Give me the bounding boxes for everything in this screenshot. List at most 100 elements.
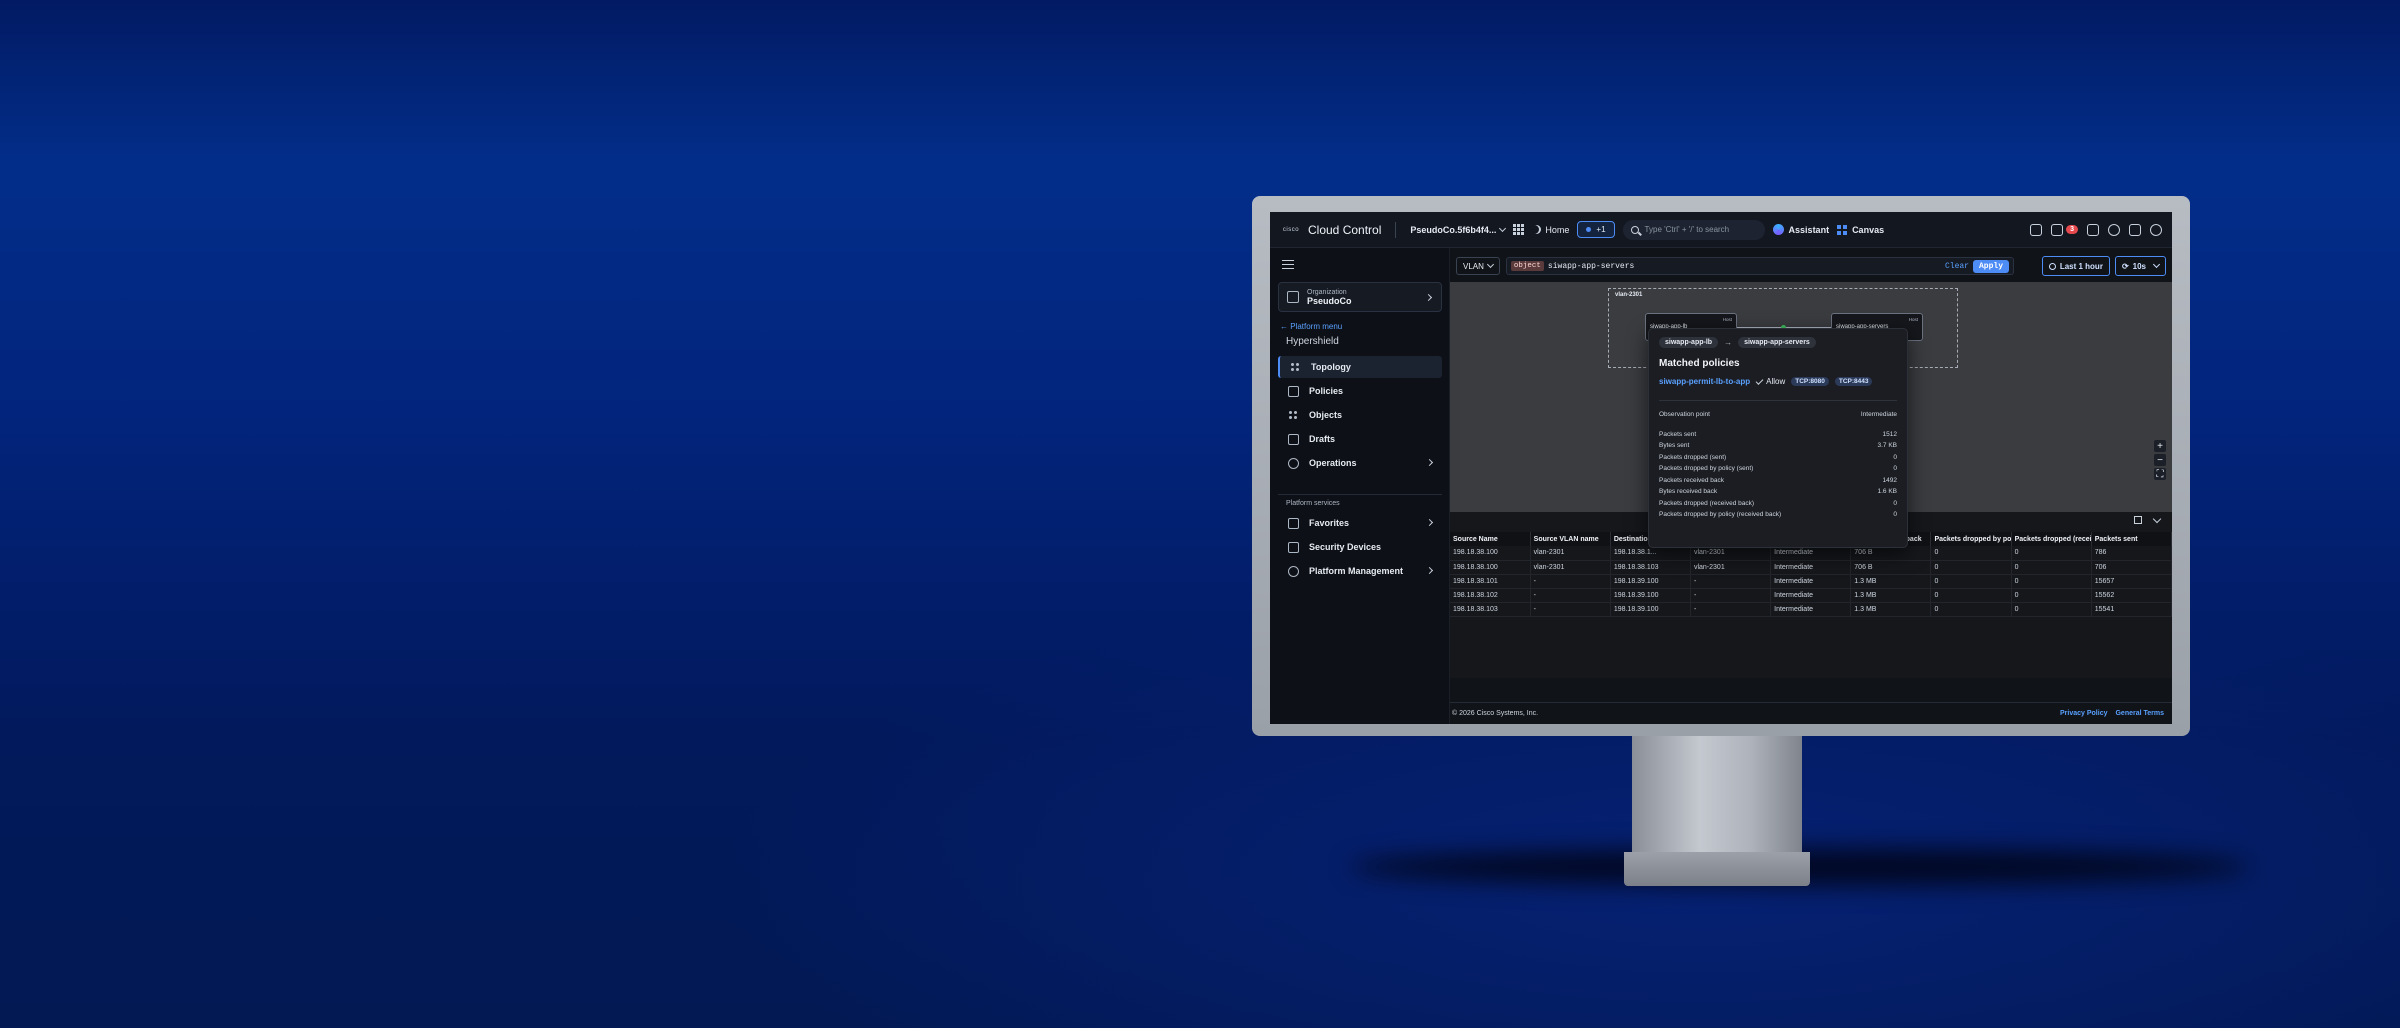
user-icon[interactable]: [2150, 223, 2162, 236]
check-icon: [1755, 376, 1764, 385]
table-cell: vlan-2301: [1530, 546, 1611, 561]
sidebar: Organization PseudoCo ← Platform menu Hyp…: [1270, 248, 1450, 724]
home-button[interactable]: Home: [1532, 225, 1569, 235]
table-row[interactable]: 198.18.38.100 vlan-2301 198.18.38.1... vlan…: [1450, 546, 2172, 561]
search-input[interactable]: Type 'Ctrl' + '/' to search: [1622, 219, 1765, 240]
column-header[interactable]: Source Name: [1450, 532, 1531, 546]
policy-link[interactable]: siwapp-permit-lb-to-app: [1659, 377, 1750, 386]
filter-bar: VLAN object siwapp-app-servers Clear App…: [1456, 256, 2014, 276]
stat-row: Bytes received back 1.6 KB: [1659, 488, 1897, 500]
help-icon[interactable]: [2108, 223, 2120, 236]
port-badge: TCP:8443: [1834, 377, 1873, 386]
column-header[interactable]: Packets dropped by policy (sent): [1930, 532, 2012, 546]
assistant-button[interactable]: Assistant: [1772, 224, 1830, 235]
table-cell: -: [1530, 574, 1611, 589]
assistant-label: Assistant: [1788, 224, 1830, 235]
table-cell: 706: [2091, 560, 2172, 575]
stat-value: 0: [1893, 511, 1897, 518]
megaphone-icon[interactable]: [2087, 223, 2099, 236]
drafts-icon: [1288, 433, 1299, 445]
monitor-stand-base: [1624, 852, 1810, 886]
zoom-out-icon[interactable]: −: [2154, 454, 2166, 466]
topology-icon: [1290, 361, 1301, 373]
alert-icon[interactable]: [2129, 223, 2141, 236]
chevron-right-icon: [1425, 458, 1434, 467]
stat-label: Packets dropped (received back): [1659, 499, 1755, 507]
table-row[interactable]: 198.18.38.102-198.18.39.100- Intermediate…: [1450, 588, 2172, 603]
app-title: Cloud Control: [1308, 222, 1382, 237]
table-row[interactable]: 198.18.38.100 vlan-2301 198.18.38.103 vlan-…: [1450, 560, 2172, 575]
node-tag: Host: [1908, 317, 1918, 322]
table-cell: -: [1690, 602, 1772, 617]
zoom-in-icon[interactable]: +: [2154, 440, 2166, 452]
app-logo[interactable]: cisco Cloud Control: [1280, 223, 1381, 237]
table-cell: 0: [2011, 574, 2092, 589]
privacy-policy-link[interactable]: Privacy Policy: [2060, 710, 2107, 717]
footer: © 2026 Cisco Systems, Inc. Privacy Polic…: [1450, 702, 2172, 724]
table-body: 198.18.38.100 vlan-2301 198.18.38.1... vlan…: [1450, 546, 2172, 617]
grid-icon[interactable]: [1513, 224, 1525, 235]
security-devices-icon: [1288, 541, 1299, 553]
table-row[interactable]: 198.18.38.103-198.18.39.100- Intermediate…: [1450, 602, 2172, 617]
organization-selector[interactable]: Organization PseudoCo: [1278, 282, 1442, 312]
table-cell: 198.18.38.100: [1450, 546, 1531, 561]
column-header[interactable]: Packets dropped (received back): [2011, 532, 2092, 546]
table-cell: 1.3 MB: [1850, 574, 1932, 589]
policy-row: siwapp-permit-lb-to-app Allow TCP:8080 T…: [1659, 376, 1897, 386]
sidebar-item-objects[interactable]: Objects: [1278, 404, 1442, 426]
divider: [1278, 494, 1442, 495]
dest-tag: siwapp-app-servers: [1738, 337, 1816, 348]
fit-view-icon[interactable]: ⛶: [2154, 468, 2166, 480]
platform-menu-link[interactable]: ← Platform menu: [1280, 322, 1342, 331]
filter-input[interactable]: object siwapp-app-servers Clear Apply: [1505, 257, 2014, 275]
sidebar-item-label: Topology: [1311, 362, 1351, 372]
chevron-down-icon: [1499, 224, 1507, 232]
filter-object-value: siwapp-app-servers: [1547, 261, 1635, 271]
favorites-icon: [1288, 517, 1299, 529]
table-cell: 198.18.39.100: [1610, 588, 1691, 603]
sidebar-item-platform-management[interactable]: Platform Management: [1278, 560, 1442, 582]
gear-icon: [1288, 457, 1299, 469]
column-header[interactable]: Packets sent: [2091, 532, 2172, 546]
stat-label: Bytes sent: [1659, 442, 1690, 449]
download-icon[interactable]: [2030, 223, 2043, 236]
workspace-plus-button[interactable]: +1: [1577, 221, 1615, 238]
vlan-label: VLAN: [1463, 261, 1484, 271]
sidebar-item-security-devices[interactable]: Security Devices: [1278, 536, 1442, 558]
sidebar-item-drafts[interactable]: Drafts: [1278, 428, 1442, 450]
org-selector[interactable]: PseudoCo.5f6b4f4...: [1410, 224, 1507, 235]
chevron-down-icon[interactable]: [2152, 514, 2162, 524]
menu-icon[interactable]: [1282, 260, 1294, 269]
table-cell: 198.18.38.103: [1450, 602, 1531, 617]
general-terms-link[interactable]: General Terms: [2115, 710, 2164, 717]
clear-button[interactable]: Clear: [1945, 262, 1969, 271]
vlan-dropdown[interactable]: VLAN: [1456, 257, 1500, 275]
refresh-interval-button[interactable]: ⟳ 10s: [2114, 256, 2166, 276]
column-header[interactable]: Source VLAN name: [1530, 532, 1611, 546]
stat-row: Packets dropped (sent) 0: [1659, 454, 1897, 466]
action-label: Allow: [1766, 377, 1786, 386]
copyright: © 2026 Cisco Systems, Inc.: [1452, 710, 1539, 717]
sidebar-item-policies[interactable]: Policies: [1278, 380, 1442, 402]
chevron-right-icon: [1425, 518, 1434, 527]
notifications-badge: 3: [2066, 225, 2078, 234]
stat-value: 0: [1893, 499, 1897, 507]
time-range-label: Last 1 hour: [2059, 261, 2103, 271]
stat-value: 1512: [1882, 430, 1897, 438]
table-cell: Intermediate: [1770, 574, 1852, 589]
sidebar-item-topology[interactable]: Topology: [1278, 356, 1442, 378]
table-cell: 706 B: [1850, 546, 1932, 561]
sidebar-item-favorites[interactable]: Favorites: [1278, 512, 1442, 534]
table-row[interactable]: 198.18.38.101-198.18.39.100- Intermediate…: [1450, 574, 2172, 589]
apply-button[interactable]: Apply: [1972, 259, 2009, 273]
sidebar-item-label: Favorites: [1309, 518, 1350, 528]
stat-label: Packets dropped by policy (received back…: [1659, 511, 1782, 518]
sidebar-item-operations[interactable]: Operations: [1278, 452, 1442, 474]
expand-icon[interactable]: [2134, 516, 2142, 524]
canvas-button[interactable]: Canvas: [1837, 224, 1884, 235]
table-cell: vlan-2301: [1690, 546, 1772, 561]
notifications-button[interactable]: 3: [2051, 223, 2078, 236]
divider: [1395, 221, 1397, 238]
time-range-button[interactable]: Last 1 hour: [2041, 256, 2110, 276]
table-cell: 0: [2011, 602, 2092, 617]
